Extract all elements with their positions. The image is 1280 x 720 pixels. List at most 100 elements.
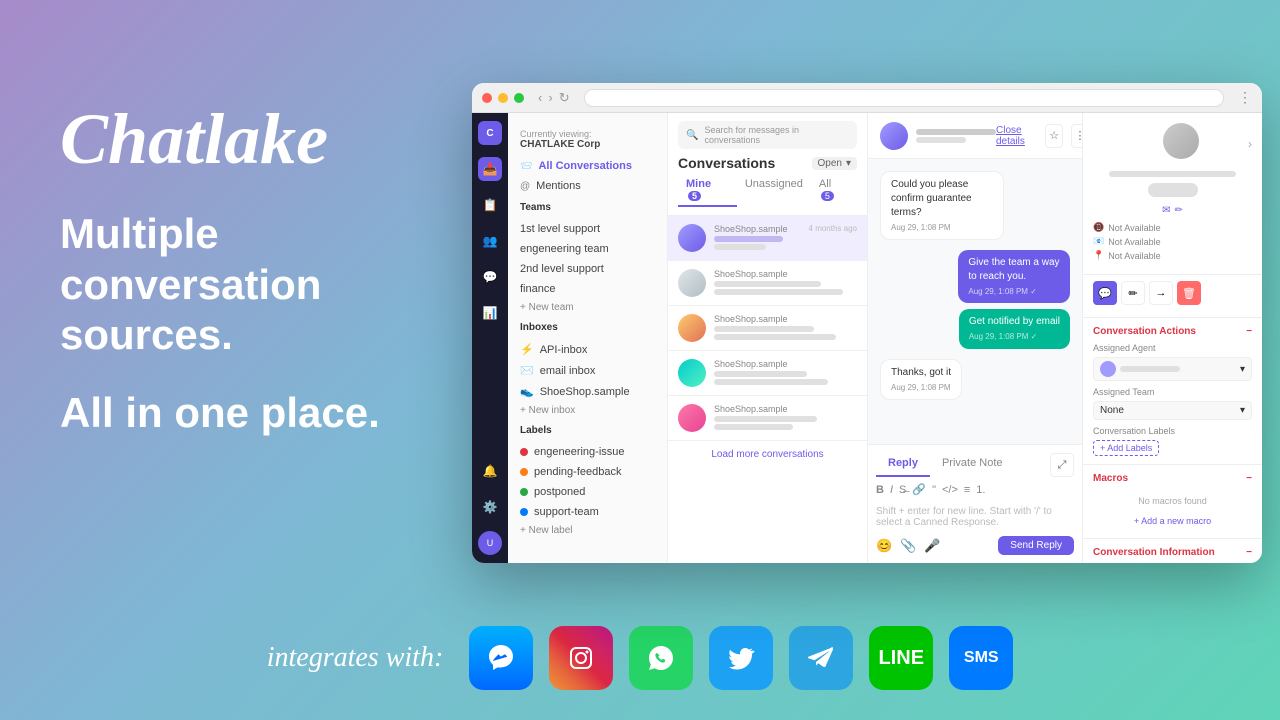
conversation-info: ShoeShop.sample <box>714 404 857 432</box>
sidebar-item-analytics[interactable]: 📊 <box>478 301 502 325</box>
mentions-icon: @ <box>520 181 530 192</box>
load-more-button[interactable]: Load more conversations <box>668 441 867 468</box>
conversation-info: ShoeShop.sample <box>714 359 857 387</box>
new-label-button[interactable]: + New label <box>508 522 667 539</box>
close-window-button[interactable] <box>482 93 492 103</box>
code-button[interactable]: </> <box>942 484 958 496</box>
refresh-button[interactable]: ↻ <box>559 90 570 106</box>
sidebar-item-notifications[interactable]: 🔔 <box>478 459 502 483</box>
conversation-info: ShoeShop.sample <box>714 224 801 252</box>
label-postponed[interactable]: postponed <box>508 482 667 502</box>
sidebar-item-settings[interactable]: ⚙️ <box>478 495 502 519</box>
copy-email-button[interactable]: ✉ <box>1162 205 1170 216</box>
strikethrough-button[interactable]: S̶ <box>899 484 906 496</box>
delete-action-button[interactable]: 🗑 <box>1177 281 1201 305</box>
private-note-tab[interactable]: Private Note <box>930 453 1015 477</box>
sidebar-item-inbox[interactable]: 📥 <box>478 157 502 181</box>
bold-button[interactable]: B <box>876 484 884 496</box>
italic-button[interactable]: I <box>890 484 893 496</box>
inbox-email[interactable]: ✉️ email inbox <box>508 360 667 381</box>
avatar <box>678 404 706 432</box>
edit-contact-button[interactable]: ✏ <box>1175 205 1183 216</box>
team-finance[interactable]: finance <box>508 279 667 299</box>
address-bar[interactable] <box>584 89 1224 107</box>
instagram-icon[interactable] <box>549 626 613 690</box>
label-dot-pending <box>520 468 528 476</box>
contact-avatar <box>1163 123 1199 159</box>
new-inbox-button[interactable]: + New inbox <box>508 402 667 419</box>
assigned-agent-dropdown[interactable]: ▾ <box>1093 357 1252 381</box>
chevron-right-icon[interactable]: › <box>1248 137 1252 151</box>
sidebar-item-conversations[interactable]: 💬 <box>478 265 502 289</box>
messenger-icon[interactable] <box>469 626 533 690</box>
phone-icon: 📵 <box>1093 222 1104 233</box>
list-item[interactable]: ShoeShop.sample <box>668 351 867 396</box>
collapse-actions-button[interactable]: − <box>1246 326 1252 337</box>
reply-icons: 😊 📎 🎤 <box>876 538 941 554</box>
quote-button[interactable]: " <box>932 484 936 496</box>
new-team-button[interactable]: + New team <box>508 299 667 316</box>
chat-header: Close details ☆ ⋮ ✓ Resolve <box>868 113 1082 159</box>
link-button[interactable]: 🔗 <box>912 483 926 496</box>
reply-action-button[interactable]: 💬 <box>1093 281 1117 305</box>
list-item[interactable]: ShoeShop.sample <box>668 261 867 306</box>
reply-tab[interactable]: Reply <box>876 453 930 477</box>
open-badge[interactable]: Open ▾ <box>812 157 858 170</box>
reply-input-area[interactable]: Shift + enter for new line. Start with '… <box>876 502 1074 532</box>
list-button[interactable]: ≡ <box>964 484 970 496</box>
assigned-team-dropdown[interactable]: None ▾ <box>1093 401 1252 420</box>
ordered-list-button[interactable]: 1. <box>976 484 985 496</box>
edit-action-button[interactable]: ✏ <box>1121 281 1145 305</box>
user-avatar-sidebar[interactable]: U <box>478 531 502 555</box>
close-details-button[interactable]: Close details <box>996 125 1037 147</box>
reply-tabs: Reply Private Note ⤢ <box>876 453 1074 477</box>
list-item[interactable]: ShoeShop.sample 4 months ago <box>668 216 867 261</box>
twitter-icon[interactable] <box>709 626 773 690</box>
mentions-item[interactable]: @ Mentions <box>508 176 667 196</box>
team-engineering[interactable]: engeneering team <box>508 239 667 259</box>
tab-unassigned[interactable]: Unassigned <box>737 175 811 207</box>
add-macro-button[interactable]: + Add a new macro <box>1093 512 1252 530</box>
team-1st-level[interactable]: 1st level support <box>508 219 667 239</box>
line-icon[interactable]: LINE <box>869 626 933 690</box>
list-item[interactable]: ShoeShop.sample <box>668 306 867 351</box>
tab-mine[interactable]: Mine 5 <box>678 175 737 207</box>
avatar <box>678 269 706 297</box>
sidebar-item-contacts[interactable]: 👥 <box>478 229 502 253</box>
attachment-button[interactable]: 📎 <box>900 538 916 554</box>
list-item[interactable]: ShoeShop.sample <box>668 396 867 441</box>
back-button[interactable]: ‹ <box>538 90 542 105</box>
sidebar-item-reports[interactable]: 📋 <box>478 193 502 217</box>
add-labels-button[interactable]: + Add Labels <box>1093 440 1159 456</box>
tab-all[interactable]: All 5 <box>811 175 857 207</box>
collapse-macros-button[interactable]: − <box>1246 473 1252 484</box>
sms-icon[interactable]: SMS <box>949 626 1013 690</box>
expand-editor-button[interactable]: ⤢ <box>1050 453 1074 477</box>
team-2nd-level[interactable]: 2nd level support <box>508 259 667 279</box>
browser-menu-button[interactable]: ⋮ <box>1238 89 1252 106</box>
chat-user-info <box>880 122 996 150</box>
label-support[interactable]: support-team <box>508 502 667 522</box>
label-pending[interactable]: pending-feedback <box>508 462 667 482</box>
collapse-info-button[interactable]: − <box>1246 547 1252 558</box>
label-engineering[interactable]: engeneering-issue <box>508 442 667 462</box>
avatar <box>678 224 706 252</box>
forward-action-button[interactable]: → <box>1149 281 1173 305</box>
forward-button[interactable]: › <box>548 90 552 105</box>
all-conversations-item[interactable]: 📨 All Conversations <box>508 156 667 176</box>
maximize-window-button[interactable] <box>514 93 524 103</box>
send-reply-button[interactable]: Send Reply <box>998 536 1074 555</box>
conversation-action-buttons: 💬 ✏ → 🗑 <box>1093 281 1252 305</box>
bookmark-button[interactable]: ☆ <box>1045 124 1063 148</box>
assigned-team-label: Assigned Team <box>1093 387 1252 397</box>
audio-button[interactable]: 🎤 <box>924 538 940 554</box>
search-bar[interactable]: 🔍 Search for messages in conversations <box>678 121 857 149</box>
inbox-shoeshop[interactable]: 👟 ShoeShop.sample <box>508 381 667 402</box>
whatsapp-icon[interactable] <box>629 626 693 690</box>
telegram-icon[interactable] <box>789 626 853 690</box>
minimize-window-button[interactable] <box>498 93 508 103</box>
label-dot-engineering <box>520 448 528 456</box>
conversation-info-section: Conversation Information − Initiated at … <box>1083 539 1262 563</box>
inbox-api[interactable]: ⚡ API-inbox <box>508 339 667 360</box>
emoji-button[interactable]: 😊 <box>876 538 892 554</box>
